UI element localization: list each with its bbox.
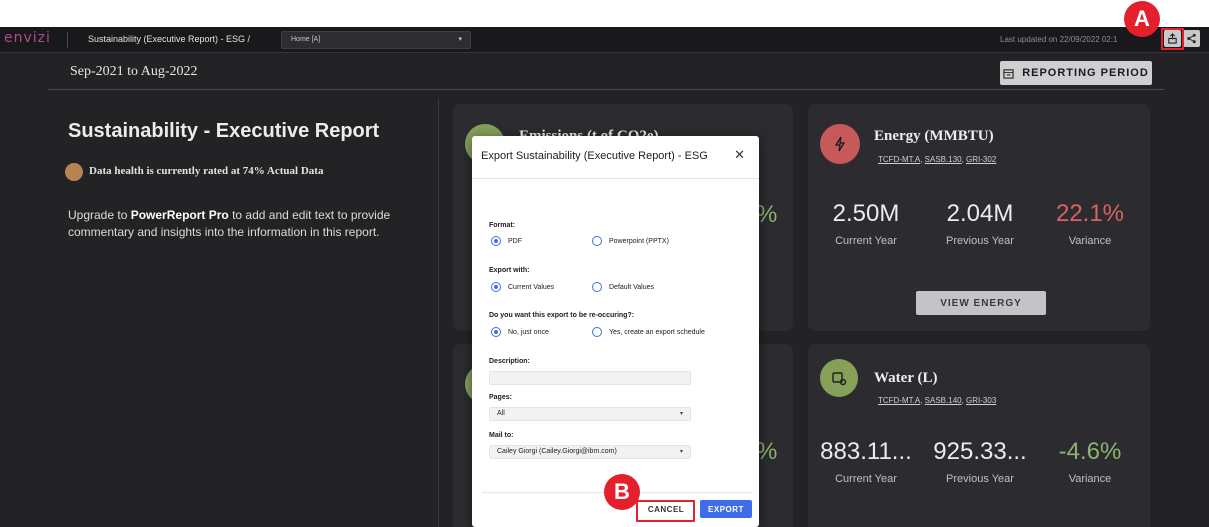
radio-icon: [592, 327, 602, 337]
radio-label: PDF: [508, 237, 522, 245]
view-energy-button[interactable]: VIEW ENERGY: [916, 291, 1046, 315]
pages-value: All: [497, 410, 505, 417]
chevron-down-icon: ▾: [679, 449, 683, 455]
radio-selected-icon: [491, 327, 501, 337]
metric-variance: %: [756, 438, 778, 465]
export-confirm-button[interactable]: EXPORT: [700, 500, 752, 518]
share-icon: [1187, 33, 1196, 44]
app-window: envizi Sustainability (Executive Report)…: [0, 27, 1209, 527]
radio-label: Default Values: [609, 283, 655, 291]
upgrade-text: Upgrade to PowerReport Pro to add and ed…: [68, 207, 438, 241]
health-indicator: [65, 163, 83, 181]
water-variance-value: -4.6%: [1058, 438, 1122, 465]
energy-icon: [820, 124, 860, 164]
page-title: Sustainability - Executive Report: [68, 120, 380, 142]
once-radio[interactable]: No, just once: [491, 327, 549, 337]
radio-label: No, just once: [508, 328, 549, 336]
energy-previous: 2.04M Previous Year: [925, 200, 1035, 247]
top-bar: envizi Sustainability (Executive Report)…: [0, 27, 1209, 53]
radio-selected-icon: [491, 236, 501, 246]
water-card: Water (L) TCFD-MT.A, SASB.140, GRI-303 8…: [808, 344, 1150, 527]
period-range: Sep-2021 to Aug-2022: [70, 64, 198, 79]
water-framework-links: TCFD-MT.A, SASB.140, GRI-303: [878, 396, 997, 405]
radio-label: Powerpoint (PPTX): [609, 237, 669, 245]
water-variance: -4.6% Variance: [1035, 438, 1145, 485]
energy-framework-links: TCFD-MT.A, SASB.130, GRI-302: [878, 155, 997, 164]
divider: [438, 99, 439, 527]
dialog-title: Export Sustainability (Executive Report)…: [481, 150, 708, 162]
framework-link[interactable]: SASB.130: [925, 155, 962, 164]
format-pptx-radio[interactable]: Powerpoint (PPTX): [592, 236, 669, 246]
radio-icon: [592, 282, 602, 292]
marker-a: A: [1124, 1, 1160, 37]
framework-link[interactable]: GRI-302: [966, 155, 996, 164]
framework-link[interactable]: TCFD-MT.A: [878, 396, 920, 405]
health-text: Data health is currently rated at 74% Ac…: [89, 165, 324, 177]
mail-to-label: Mail to:: [489, 432, 514, 439]
highlight-cancel-button: [636, 500, 695, 522]
marker-b: B: [604, 474, 640, 510]
schedule-radio[interactable]: Yes, create an export schedule: [592, 327, 705, 337]
water-current-value: 883.11...: [820, 438, 912, 465]
format-pdf-radio[interactable]: PDF: [491, 236, 522, 246]
format-label: Format:: [489, 222, 516, 229]
chevron-down-icon: ▾: [458, 36, 462, 43]
energy-variance-label: Variance: [1068, 235, 1112, 247]
divider: [67, 32, 68, 48]
pages-select[interactable]: All ▾: [489, 407, 691, 421]
emissions-variance: %: [756, 201, 778, 228]
framework-link[interactable]: GRI-303: [966, 396, 996, 405]
reporting-period-button[interactable]: REPORTING PERIOD: [1000, 61, 1152, 85]
radio-icon: [592, 236, 602, 246]
energy-current-label: Current Year: [835, 235, 897, 247]
calendar-icon: [1003, 68, 1014, 79]
description-label: Description:: [489, 358, 530, 365]
water-previous: 925.33... Previous Year: [925, 438, 1035, 485]
water-previous-value: 925.33...: [933, 438, 1027, 465]
default-values-radio[interactable]: Default Values: [592, 282, 654, 292]
breadcrumb[interactable]: Sustainability (Executive Report) - ESG …: [88, 34, 250, 44]
energy-previous-label: Previous Year: [946, 235, 1014, 247]
export-dialog: Export Sustainability (Executive Report)…: [472, 136, 759, 527]
water-icon: [820, 359, 858, 397]
current-values-radio[interactable]: Current Values: [491, 282, 554, 292]
energy-previous-value: 2.04M: [946, 200, 1014, 227]
water-title: Water (L): [874, 370, 938, 386]
water-current-label: Current Year: [835, 473, 897, 485]
pages-label: Pages:: [489, 394, 512, 401]
export-with-label: Export with:: [489, 267, 530, 274]
energy-current: 2.50M Current Year: [811, 200, 921, 247]
energy-variance: 22.1% Variance: [1035, 200, 1145, 247]
divider: [472, 178, 759, 179]
share-button[interactable]: [1183, 30, 1200, 47]
water-previous-label: Previous Year: [946, 473, 1014, 485]
energy-title: Energy (MMBTU): [874, 128, 994, 144]
energy-variance-value: 22.1%: [1055, 200, 1125, 227]
description-input[interactable]: [489, 371, 691, 385]
upgrade-product-link[interactable]: PowerReport Pro: [131, 208, 229, 222]
framework-link[interactable]: TCFD-MT.A: [878, 155, 920, 164]
water-variance-label: Variance: [1068, 473, 1112, 485]
framework-link[interactable]: SASB.140: [925, 396, 962, 405]
recurring-label: Do you want this export to be re-occurin…: [489, 312, 635, 319]
page-select-value: Home [A]: [291, 36, 321, 43]
reporting-period-label: REPORTING PERIOD: [1022, 67, 1149, 79]
page-select[interactable]: Home [A] ▾: [281, 31, 471, 49]
radio-selected-icon: [491, 282, 501, 292]
radio-label: Current Values: [508, 283, 555, 291]
close-icon[interactable]: ✕: [734, 147, 745, 163]
highlight-export-button: [1161, 28, 1184, 50]
upgrade-prefix: Upgrade to: [68, 208, 131, 222]
last-updated-text: Last updated on 22/09/2022 02:1: [1000, 35, 1118, 44]
water-current: 883.11... Current Year: [811, 438, 921, 485]
energy-current-value: 2.50M: [832, 200, 900, 227]
radio-label: Yes, create an export schedule: [609, 328, 705, 336]
mail-to-select[interactable]: Cailey Giorgi (Cailey.Giorgi@ibm.com) ▾: [489, 445, 691, 459]
mail-to-value: Cailey Giorgi (Cailey.Giorgi@ibm.com): [497, 448, 617, 455]
energy-card: Energy (MMBTU) TCFD-MT.A, SASB.130, GRI-…: [808, 104, 1150, 331]
chevron-down-icon: ▾: [679, 411, 683, 417]
envizi-logo: envizi: [4, 30, 51, 46]
divider: [48, 89, 1164, 90]
